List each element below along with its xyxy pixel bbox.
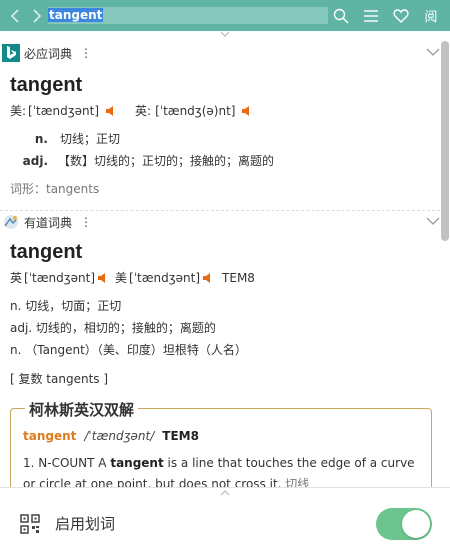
bing-section-header[interactable]: 必应词典 ⋮	[0, 42, 440, 64]
bing-headword: tangent	[10, 74, 83, 96]
chevron-down-icon	[426, 217, 440, 225]
chevron-up-icon	[220, 489, 230, 495]
search-icon	[333, 8, 349, 24]
collapse-top-toggle[interactable]	[0, 31, 450, 41]
qr-code-icon[interactable]	[20, 513, 40, 534]
us-speaker-icon[interactable]	[105, 105, 117, 117]
youdao-section-header[interactable]: 有道词典 ⋮	[0, 211, 440, 233]
definition-row: n. 切线；正切	[0, 128, 440, 150]
level-badge: TEM8	[222, 270, 255, 285]
collins-def-prefix: 1. N-COUNT A	[23, 456, 111, 470]
bing-definitions: n. 切线；正切 adj. 【数】切线的；正切的；接触的；离题的	[0, 128, 440, 172]
read-button[interactable]: 阅	[416, 0, 446, 31]
bing-logo-icon	[2, 44, 20, 62]
bing-phonetics: 美: [ˈtændʒənt] 英: [ˈtændʒ(ə)nt]	[0, 102, 440, 119]
collins-title: 柯林斯英汉双解	[25, 399, 139, 420]
definition-line: n. 切线，切面；正切	[10, 299, 122, 313]
collins-panel: 柯林斯英汉双解 tangent /ˈtændʒənt/ TEM8 1. N-CO…	[10, 399, 432, 487]
bottom-bar: 启用划词	[0, 497, 450, 550]
definition-line: n. （Tangent）（美、印度）坦根特（人名）	[10, 343, 247, 357]
uk-phonetic: [ˈtændʒənt]	[24, 270, 96, 285]
definition-text: 【数】切线的；正切的；接触的；离题的	[58, 154, 275, 168]
youdao-more-icon[interactable]: ⋮	[80, 215, 92, 229]
us-label: 美	[115, 271, 128, 285]
top-toolbar: tangent 阅	[0, 0, 450, 31]
youdao-definitions: n. 切线，切面；正切 adj. 切线的，相切的；接触的；离题的 n. （Tan…	[0, 295, 440, 361]
us-phonetic: [ˈtændʒənt]	[129, 270, 201, 285]
bing-title: 必应词典	[24, 46, 73, 61]
uk-phonetic: [ˈtændʒ(ə)nt]	[155, 103, 236, 118]
us-speaker-icon[interactable]	[202, 272, 214, 284]
collapse-bottom-toggle[interactable]	[0, 487, 450, 497]
collins-definition: 1. N-COUNT A tangent is a line that touc…	[23, 453, 421, 487]
bing-collapse-button[interactable]	[426, 46, 440, 60]
chevron-down-icon	[426, 48, 440, 56]
forward-button[interactable]	[26, 0, 48, 31]
scrollbar-thumb[interactable]	[441, 41, 449, 241]
result-content: 必应词典 ⋮ tangent 美: [ˈtændʒənt] 英: [ˈtændʒ…	[0, 41, 440, 487]
collins-phonetic: /ˈtændʒənt/	[84, 429, 155, 443]
menu-button[interactable]	[356, 0, 386, 31]
youdao-collapse-button[interactable]	[426, 215, 440, 229]
collins-def-word: tangent	[110, 456, 164, 470]
uk-speaker-icon[interactable]	[241, 105, 253, 117]
us-phonetic: [ˈtændʒənt]	[28, 103, 100, 118]
back-button[interactable]	[4, 0, 26, 31]
definition-text: 切线；正切	[60, 132, 121, 146]
youdao-phonetics: 英 [ˈtændʒənt] 美 [ˈtændʒənt] TEM8	[0, 269, 440, 286]
uk-label: 英	[10, 271, 23, 285]
us-label: 美:	[10, 104, 27, 118]
uk-label: 英:	[135, 104, 152, 118]
dictionary-popup: tangent 阅 必应词典 ⋮ tangent 美: [ˈtændʒənt] …	[0, 0, 450, 550]
enable-selection-toggle[interactable]	[376, 508, 432, 540]
uk-speaker-icon[interactable]	[97, 272, 109, 284]
youdao-logo-icon	[2, 213, 20, 231]
search-input[interactable]: tangent	[48, 7, 328, 24]
collins-word: tangent	[23, 429, 77, 443]
toggle-knob	[402, 510, 430, 538]
toolbar-actions: 阅	[326, 0, 446, 31]
chevron-left-icon	[10, 8, 19, 23]
book-icon: 阅	[424, 10, 438, 25]
word-forms: 词形：tangents	[10, 182, 100, 196]
search-button[interactable]	[326, 0, 356, 31]
pos-label: n.	[34, 132, 48, 146]
collins-entry-head: tangent /ˈtændʒənt/ TEM8	[23, 429, 421, 443]
definition-row: adj. 【数】切线的；正切的；接触的；离题的	[0, 150, 440, 172]
heart-icon	[393, 8, 409, 23]
definition-line: adj. 切线的，相切的；接触的；离题的	[10, 321, 216, 335]
search-text: tangent	[48, 8, 104, 22]
plural-form: [ 复数 tangents ]	[10, 372, 109, 386]
youdao-headword: tangent	[10, 241, 83, 263]
enable-selection-label: 启用划词	[55, 515, 116, 533]
chevron-down-icon	[220, 31, 230, 37]
chevron-right-icon	[33, 8, 42, 23]
youdao-title: 有道词典	[24, 215, 73, 230]
menu-icon	[364, 9, 378, 22]
collins-level: TEM8	[162, 429, 199, 443]
bing-more-icon[interactable]: ⋮	[80, 46, 92, 60]
pos-label: adj.	[22, 154, 48, 168]
favorite-button[interactable]	[386, 0, 416, 31]
collins-def-cn: 切线	[285, 477, 310, 487]
